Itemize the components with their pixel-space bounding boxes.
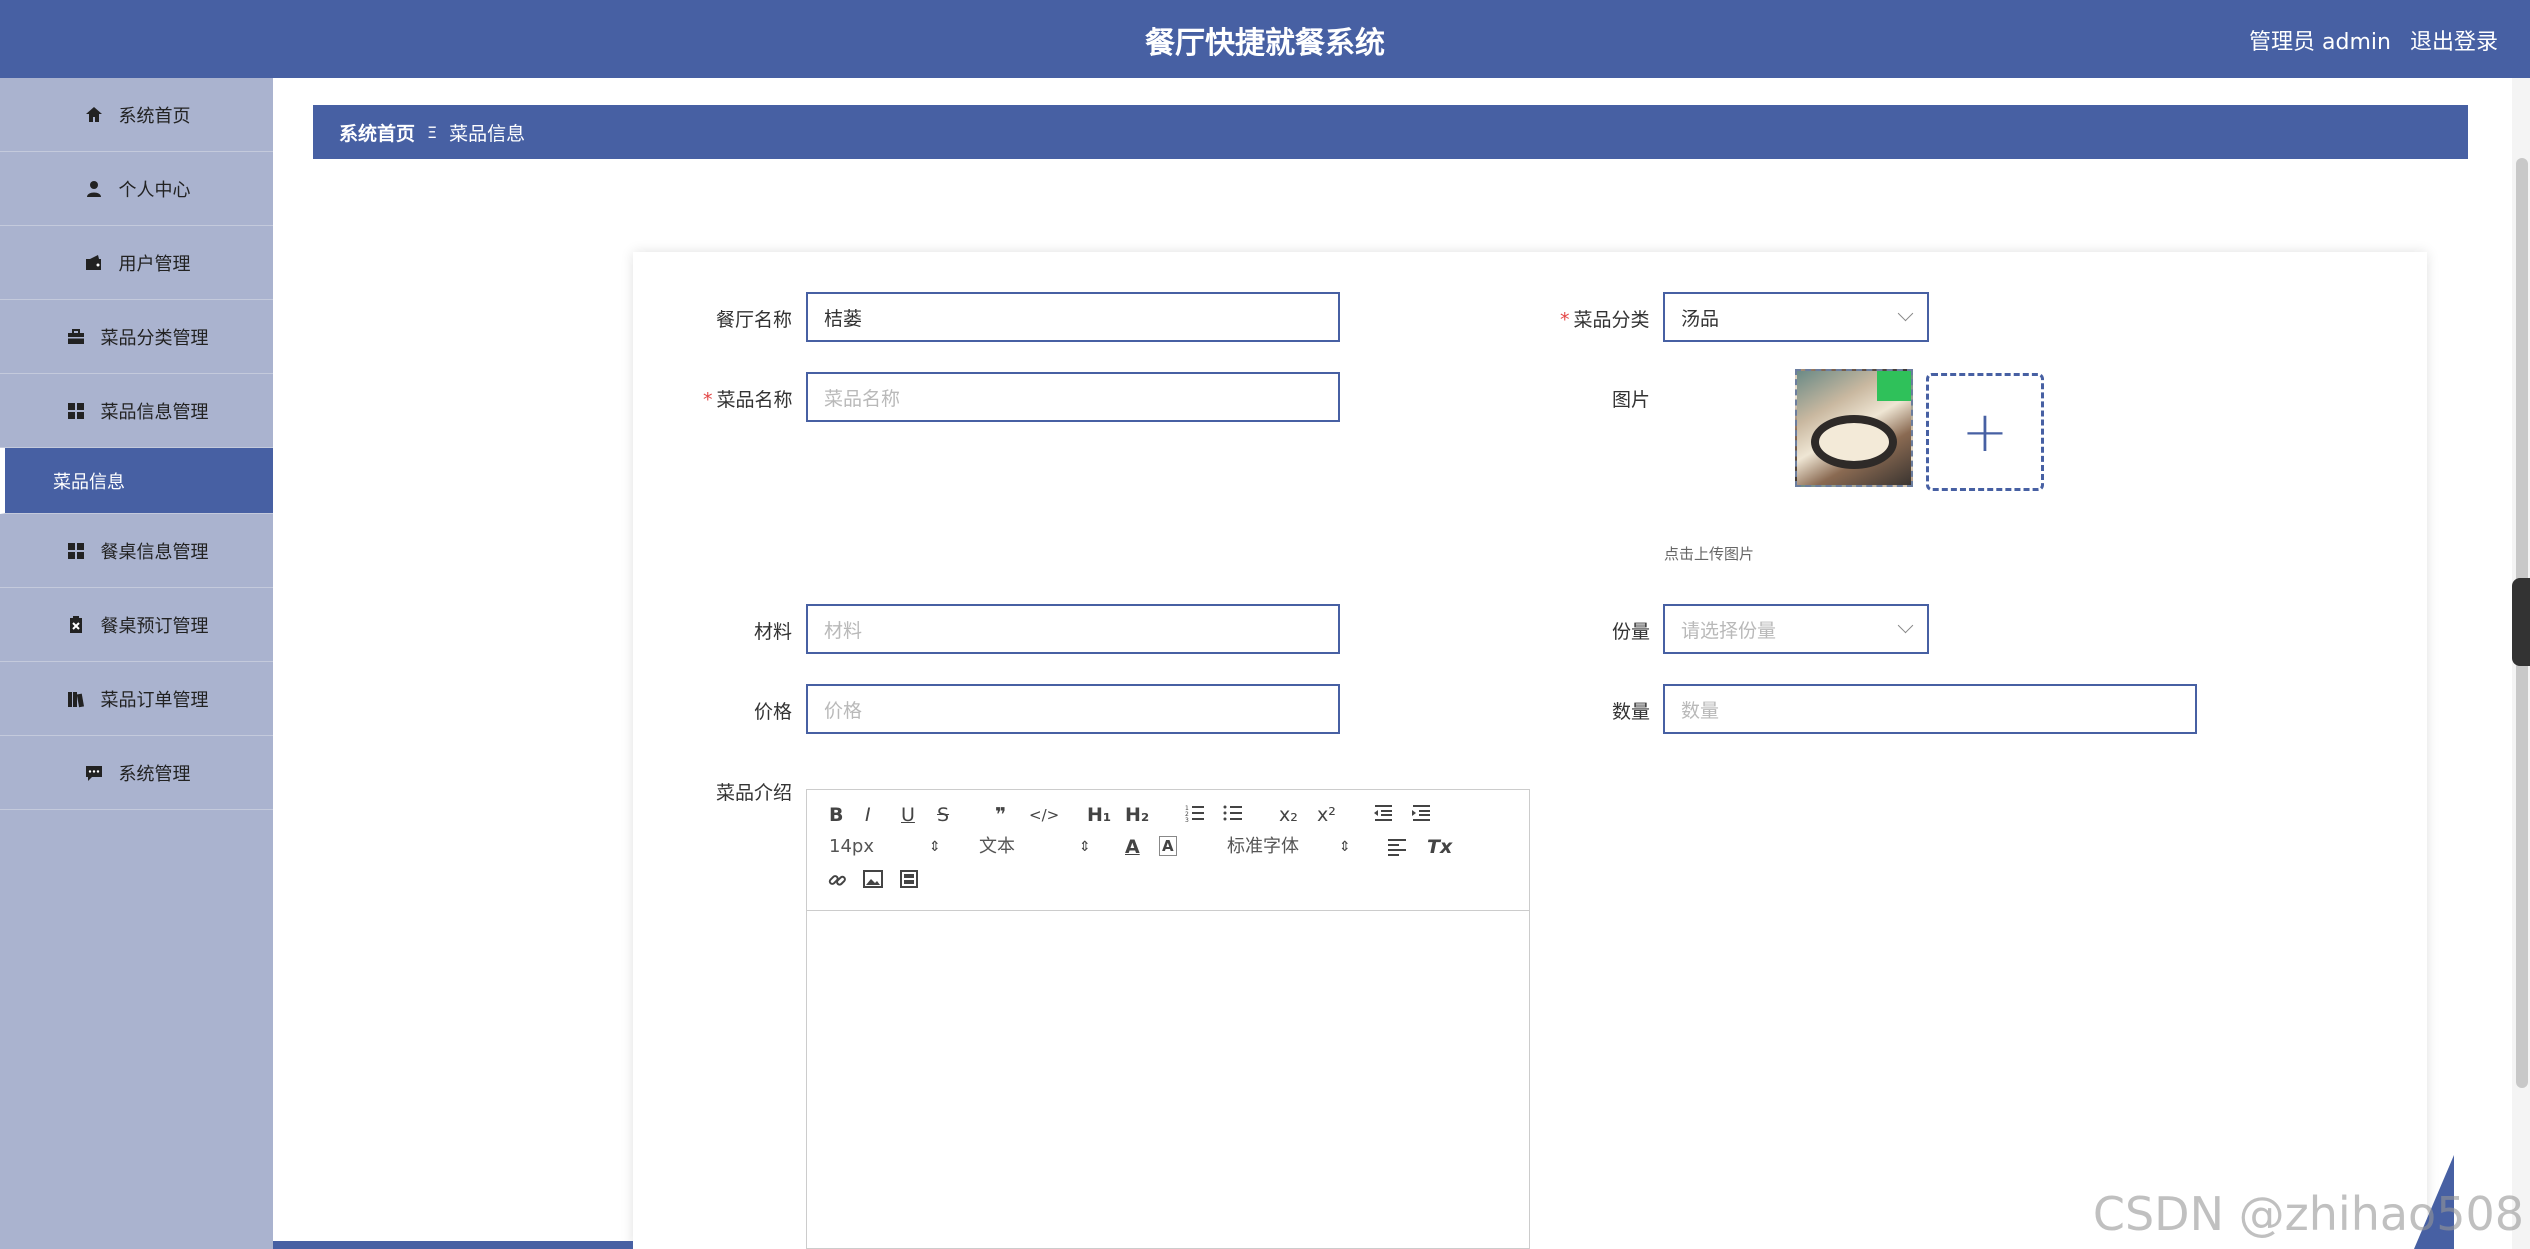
side-collapse-tab[interactable]	[2512, 578, 2530, 666]
sidebar-item-label: 菜品信息管理	[100, 401, 209, 423]
underline-button[interactable]: U	[901, 804, 915, 826]
price-label: 价格	[754, 701, 793, 723]
font-family-select[interactable]: 标准字体	[1227, 836, 1299, 858]
required-mark: *	[703, 389, 713, 411]
restaurant-name-input[interactable]: 桔蒌	[806, 292, 1340, 342]
sidebar-item-label: 菜品分类管理	[100, 327, 209, 349]
watermark: CSDN @zhihao508	[2092, 1187, 2524, 1241]
quote-button[interactable]: ❞	[995, 804, 1006, 826]
sidebar-item-profile[interactable]: 个人中心	[0, 152, 273, 226]
upload-hint: 点击上传图片	[1664, 545, 1755, 563]
background-color-icon[interactable]: A	[1159, 836, 1177, 856]
clear-format-button[interactable]: Tx	[1427, 836, 1452, 858]
outdent-icon[interactable]	[1373, 804, 1393, 827]
footer-bar	[273, 1241, 633, 1249]
align-icon[interactable]	[1387, 838, 1407, 861]
breadcrumb-separator-icon: Ξ	[427, 122, 438, 142]
sidebar-item-label: 餐桌预订管理	[100, 615, 209, 637]
editor-toolbar: B I U S ❞ </> H₁ H₂ 123 x₂ x² 14px ⇕ 文本 …	[807, 790, 1529, 911]
user-name: 管理员 admin	[2249, 30, 2391, 55]
home-icon	[83, 104, 105, 126]
svg-text:3: 3	[1185, 817, 1189, 822]
italic-button[interactable]: I	[865, 804, 871, 826]
sidebar-item-system[interactable]: 系统管理	[0, 736, 273, 810]
strike-button[interactable]: S	[937, 804, 949, 826]
bullet-list-icon[interactable]	[1223, 804, 1243, 827]
sidebar-item-label: 菜品订单管理	[100, 689, 209, 711]
video-icon[interactable]	[899, 870, 919, 893]
block-type-arrows-icon: ⇕	[1079, 839, 1091, 855]
sidebar-item-dish-category[interactable]: 菜品分类管理	[0, 300, 273, 374]
restaurant-name-label: 餐厅名称	[716, 309, 793, 331]
grid-icon	[65, 540, 87, 562]
h1-button[interactable]: H₁	[1087, 804, 1111, 826]
material-input[interactable]: 材料	[806, 604, 1340, 654]
sidebar-item-label: 用户管理	[118, 253, 191, 275]
dish-image-thumbnail[interactable]	[1795, 369, 1913, 487]
breadcrumb: 系统首页 Ξ 菜品信息	[313, 105, 2468, 159]
required-mark: *	[1560, 309, 1570, 331]
dish-name-label: * 菜品名称	[703, 389, 793, 411]
image-icon[interactable]	[863, 870, 883, 893]
sidebar-item-home[interactable]: 系统首页	[0, 78, 273, 152]
chevron-down-icon	[1897, 617, 1914, 634]
h2-button[interactable]: H₂	[1125, 804, 1149, 826]
breadcrumb-home[interactable]: 系统首页	[339, 119, 415, 146]
category-label: * 菜品分类	[1560, 309, 1650, 331]
sidebar-item-dish-orders[interactable]: 菜品订单管理	[0, 662, 273, 736]
sidebar-item-label: 菜品信息	[53, 471, 125, 493]
category-select[interactable]: 汤品	[1663, 292, 1929, 342]
wallet-icon	[83, 252, 105, 274]
person-icon	[83, 178, 105, 200]
sidebar-item-table-info[interactable]: 餐桌信息管理	[0, 514, 273, 588]
grid-icon	[65, 400, 87, 422]
rich-text-editor: B I U S ❞ </> H₁ H₂ 123 x₂ x² 14px ⇕ 文本 …	[806, 789, 1530, 1249]
code-button[interactable]: </>	[1029, 804, 1059, 826]
sidebar-item-label: 系统首页	[118, 105, 191, 127]
image-label: 图片	[1612, 389, 1651, 411]
link-icon[interactable]	[827, 870, 847, 895]
subscript-button[interactable]: x₂	[1279, 804, 1298, 826]
books-icon	[65, 688, 87, 710]
sidebar-item-label: 系统管理	[118, 763, 191, 785]
sidebar-item-dish-info-mgmt[interactable]: 菜品信息管理	[0, 374, 273, 448]
briefcase-icon	[65, 326, 87, 348]
sidebar-item-label: 个人中心	[118, 179, 191, 201]
ordered-list-icon[interactable]: 123	[1185, 804, 1205, 827]
superscript-button[interactable]: x²	[1317, 804, 1336, 826]
chevron-down-icon	[1897, 305, 1914, 322]
dish-name-input[interactable]: 菜品名称	[806, 372, 1340, 422]
editor-content-area[interactable]	[807, 911, 1529, 1249]
intro-label: 菜品介绍	[716, 782, 793, 804]
user-area: 管理员 admin 退出登录	[2237, 24, 2498, 56]
portion-label: 份量	[1612, 621, 1651, 643]
material-label: 材料	[754, 621, 793, 643]
sidebar-subitem-dish-info[interactable]: 菜品信息	[0, 448, 273, 514]
clipboard-icon	[65, 614, 87, 636]
block-type-select[interactable]: 文本	[979, 836, 1015, 858]
logout-link[interactable]: 退出登录	[2410, 30, 2498, 55]
chat-icon	[83, 762, 105, 784]
sidebar-item-table-booking[interactable]: 餐桌预订管理	[0, 588, 273, 662]
bold-button[interactable]: B	[829, 804, 843, 826]
quantity-input[interactable]: 数量	[1663, 684, 2197, 734]
font-size-arrows-icon: ⇕	[929, 839, 941, 855]
font-color-icon[interactable]: A	[1125, 836, 1140, 858]
price-input[interactable]: 价格	[806, 684, 1340, 734]
font-size-select[interactable]: 14px	[829, 836, 874, 858]
portion-select[interactable]: 请选择份量	[1663, 604, 1929, 654]
breadcrumb-current: 菜品信息	[449, 122, 526, 145]
image-upload-button[interactable]: +	[1926, 373, 2044, 491]
font-family-arrows-icon: ⇕	[1339, 839, 1351, 855]
app-title: 餐厅快捷就餐系统	[1145, 26, 1385, 61]
quantity-label: 数量	[1612, 701, 1651, 723]
sidebar: 系统首页 个人中心 用户管理 菜品分类管理 菜品信息管理 菜品信息 餐桌信息管理…	[0, 78, 273, 1249]
sidebar-item-label: 餐桌信息管理	[100, 541, 209, 563]
top-header: 餐厅快捷就餐系统 管理员 admin 退出登录	[0, 0, 2530, 78]
indent-icon[interactable]	[1411, 804, 1431, 827]
sidebar-item-users[interactable]: 用户管理	[0, 226, 273, 300]
